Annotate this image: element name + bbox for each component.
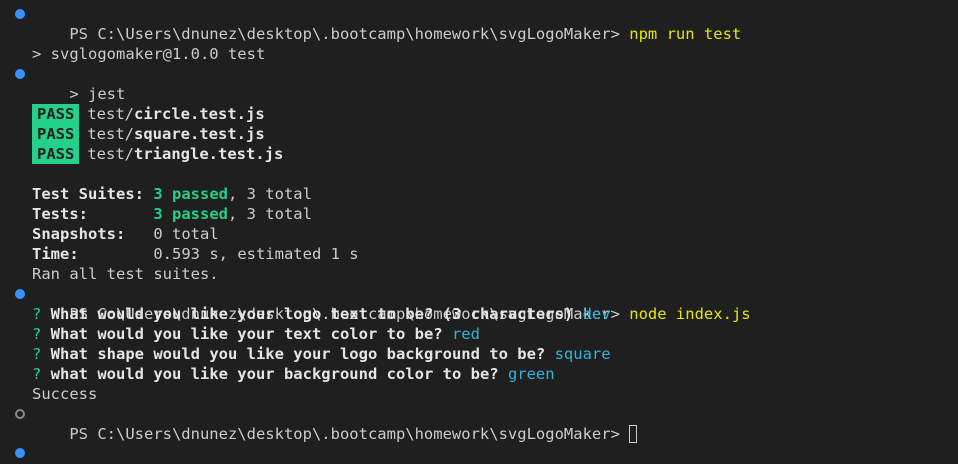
summary-passed: 3 passed (153, 185, 228, 203)
command-success-decoration-icon[interactable] (15, 289, 25, 299)
test-result-row: PASS test/square.test.js (0, 124, 958, 144)
summary-label: Test Suites: (32, 185, 154, 203)
inquirer-question: ? What would you like your text color to… (0, 324, 958, 344)
summary-value: 0.593 s, estimated 1 s (153, 245, 359, 263)
test-dir: test/ (87, 125, 134, 143)
summary-passed: 3 passed (153, 205, 228, 223)
command-success-decoration-icon[interactable] (15, 448, 25, 458)
test-file: triangle.test.js (134, 145, 284, 163)
summary-total: , 3 total (227, 205, 312, 223)
inquirer-question: ? What shape would you like your logo ba… (0, 344, 958, 364)
summary-ran: Ran all test suites. (0, 264, 958, 284)
terminal-line: PS C:\Users\dnunez\desktop\.bootcamp\hom… (0, 404, 958, 443)
answer-text: square (554, 345, 611, 363)
pass-badge: PASS (32, 104, 80, 124)
prompt-path: PS C:\Users\dnunez\desktop\.bootcamp\hom… (69, 425, 630, 443)
inquirer-question: ? what would you like your background co… (0, 364, 958, 384)
question-text: What would you like your text color to b… (41, 325, 452, 343)
pass-badge: PASS (32, 124, 80, 144)
summary-snapshots: Snapshots: 0 total (0, 224, 958, 244)
summary-total: , 3 total (227, 185, 312, 203)
test-file: circle.test.js (134, 105, 265, 123)
inquirer-question: ? What would you like your logo text to … (0, 304, 958, 324)
terminal-line: > jest (0, 64, 958, 103)
summary-label: Time: (32, 245, 154, 263)
answer-text: green (507, 365, 555, 383)
command-pending-decoration-icon[interactable] (15, 409, 25, 419)
test-file: square.test.js (134, 125, 265, 143)
terminal-cursor[interactable] (629, 425, 638, 443)
summary-label: Snapshots: (32, 225, 154, 243)
question-text: What shape would you like your logo back… (41, 345, 555, 363)
terminal-output[interactable]: PS C:\Users\dnunez\desktop\.bootcamp\hom… (0, 4, 958, 443)
test-dir: test/ (87, 105, 134, 123)
test-result-row: PASS test/circle.test.js (0, 104, 958, 124)
ran-all-text: Ran all test suites. (32, 265, 219, 283)
summary-tests: Tests: 3 passed, 3 total (0, 204, 958, 224)
command-success-decoration-icon[interactable] (15, 69, 25, 79)
summary-suites: Test Suites: 3 passed, 3 total (0, 184, 958, 204)
question-mark-icon: ? (32, 325, 42, 343)
command-success-decoration-icon[interactable] (15, 9, 25, 19)
pass-badge: PASS (32, 144, 80, 164)
success-line: Success (0, 384, 958, 404)
question-text: what would you like your background colo… (41, 365, 508, 383)
test-result-row: PASS test/triangle.test.js (0, 144, 958, 164)
answer-text: dev (582, 305, 611, 323)
question-text: What would you like your logo text to be… (41, 305, 583, 323)
terminal-line: > svglogomaker@1.0.0 test (0, 44, 958, 64)
question-mark-icon: ? (32, 305, 42, 323)
question-mark-icon: ? (32, 345, 42, 363)
test-dir: test/ (87, 145, 134, 163)
npm-script-line: > svglogomaker@1.0.0 test (32, 45, 266, 63)
terminal-line: PS C:\Users\dnunez\desktop\.bootcamp\hom… (0, 284, 958, 323)
summary-value: 0 total (153, 225, 219, 243)
answer-text: red (451, 325, 480, 343)
terminal-line: PS C:\Users\dnunez\desktop\.bootcamp\hom… (0, 4, 958, 43)
question-mark-icon: ? (32, 365, 42, 383)
success-text: Success (32, 385, 98, 403)
summary-label: Tests: (32, 205, 154, 223)
summary-time: Time: 0.593 s, estimated 1 s (0, 244, 958, 264)
